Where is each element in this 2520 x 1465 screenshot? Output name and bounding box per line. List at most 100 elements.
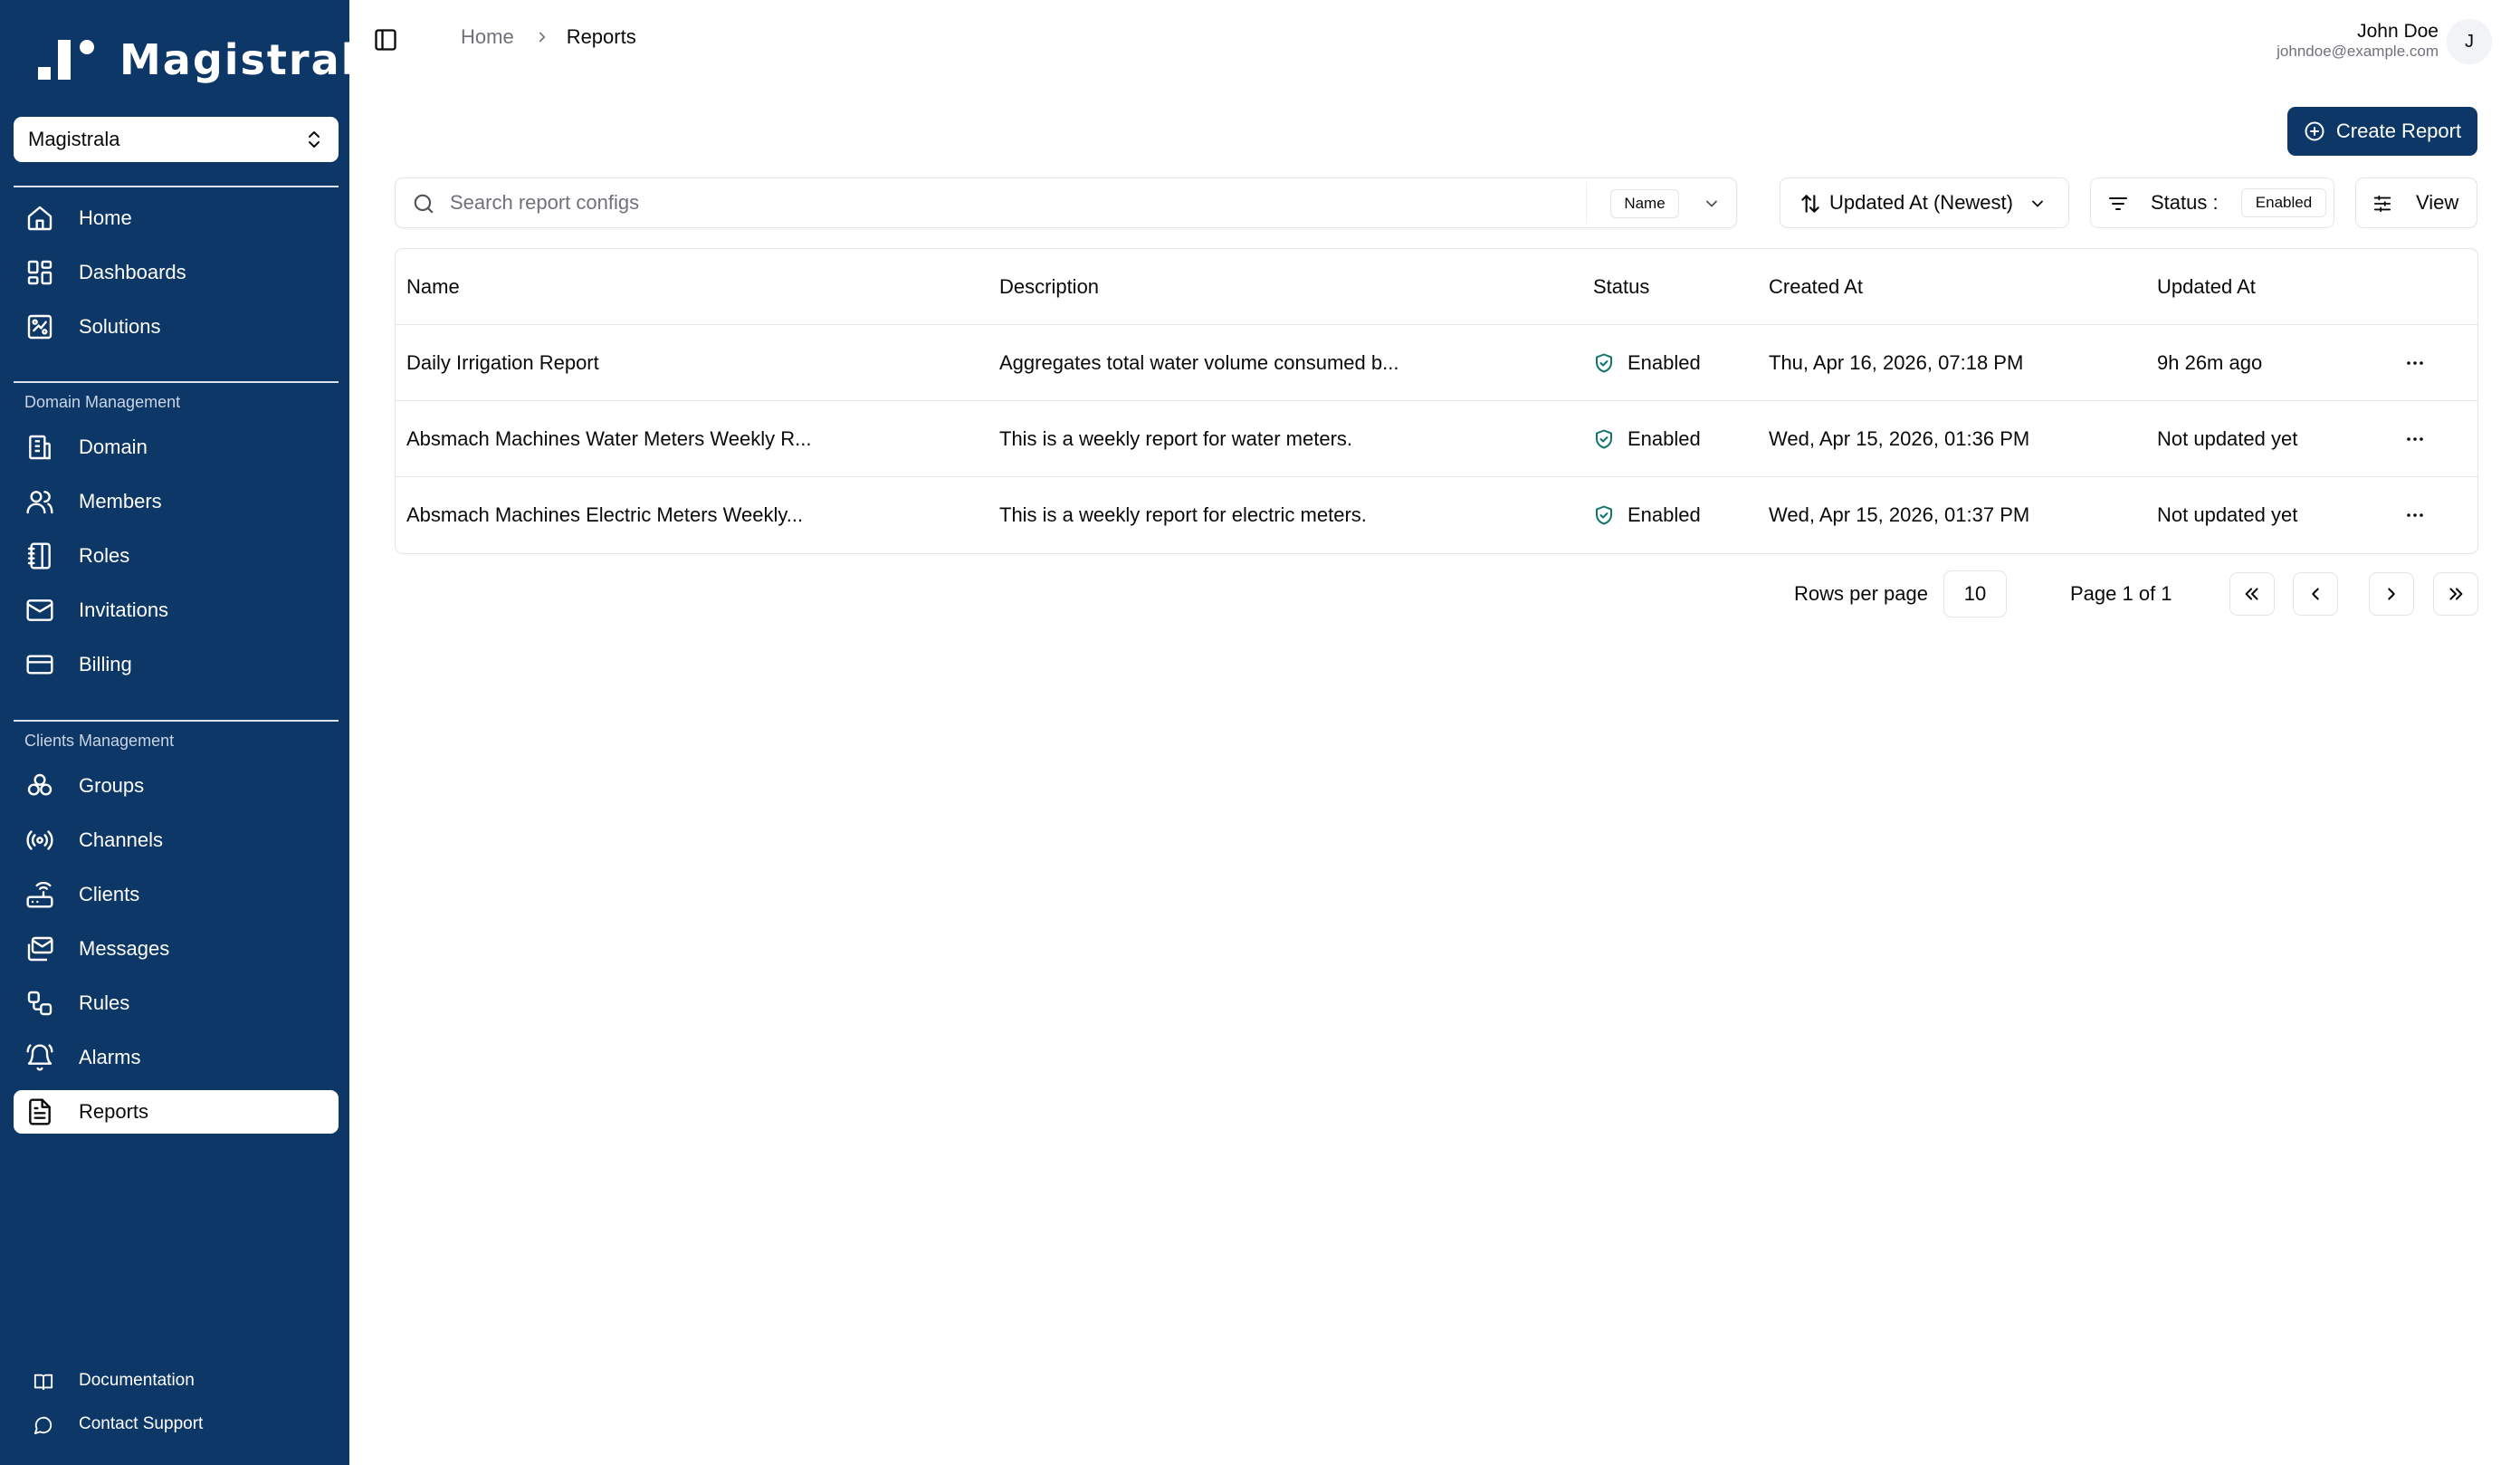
shield-check-icon — [1596, 505, 1612, 525]
report-name: Absmach Machines Electric Meters Weekly.… — [406, 503, 804, 526]
groups-icon — [27, 773, 52, 796]
sidebar-item-billing[interactable]: Billing — [14, 643, 339, 686]
row-actions-button[interactable] — [2396, 401, 2434, 477]
report-name: Daily Irrigation Report — [406, 351, 599, 374]
chevron-left-icon — [2312, 588, 2319, 600]
bell-ring-icon — [26, 1044, 53, 1071]
chevrons-right-icon — [2449, 588, 2463, 600]
report-name: Absmach Machines Water Meters Weekly R..… — [406, 427, 812, 450]
sidebar-item-solutions[interactable]: Solutions — [14, 305, 339, 349]
sidebar-item-reports[interactable]: Reports — [14, 1090, 339, 1134]
chevrons-up-down-icon — [309, 131, 320, 148]
sidebar-item-rules[interactable]: Rules — [14, 981, 339, 1025]
user-name: John Doe — [2357, 21, 2439, 42]
column-header-updated-at[interactable]: Updated At — [2157, 249, 2256, 325]
page-info: Page 1 of 1 — [2070, 582, 2172, 605]
domain-selector[interactable]: Magistrala — [14, 117, 339, 162]
created-at: Wed, Apr 15, 2026, 01:36 PM — [1769, 427, 2030, 450]
row-actions-button[interactable] — [2396, 325, 2434, 401]
column-header-name[interactable]: Name — [406, 249, 460, 325]
rows-per-page-label: Rows per page — [1794, 582, 1928, 605]
sidebar-item-domain[interactable]: Domain — [14, 426, 339, 469]
magistrala-logo-icon — [36, 34, 100, 85]
chevron-right-icon — [2388, 588, 2395, 600]
previous-page-button[interactable] — [2293, 572, 2338, 616]
sidebar-item-documentation[interactable]: Documentation — [14, 1363, 339, 1399]
brand-logo[interactable]: Magistrala — [36, 34, 387, 85]
plus-circle-icon — [2305, 121, 2324, 141]
sidebar-item-alarms[interactable]: Alarms — [14, 1036, 339, 1079]
chat-icon — [33, 1416, 52, 1435]
created-at: Wed, Apr 15, 2026, 01:37 PM — [1769, 503, 2030, 526]
users-icon — [26, 491, 53, 514]
sidebar-item-messages[interactable]: Messages — [14, 927, 339, 971]
sidebar-item-home[interactable]: Home — [14, 196, 339, 240]
table-row[interactable]: Absmach Machines Water Meters Weekly R..… — [396, 401, 2477, 477]
sidebar-item-clients[interactable]: Clients — [14, 873, 339, 916]
sidebar-item-label: Home — [79, 206, 132, 229]
messages-icon — [27, 936, 53, 962]
report-description: Aggregates total water volume consumed b… — [999, 351, 1399, 374]
first-page-button[interactable] — [2229, 572, 2275, 616]
sidebar-item-label: Contact Support — [79, 1414, 204, 1433]
sort-select[interactable]: Updated At (Newest) — [1780, 177, 2069, 228]
dashboard-icon — [27, 260, 52, 285]
breadcrumb: Home Reports — [461, 25, 636, 49]
search-icon — [414, 194, 434, 214]
more-horizontal-icon — [2407, 361, 2423, 365]
radio-icon — [26, 830, 53, 850]
status-text: Enabled — [1628, 351, 1701, 374]
last-page-button[interactable] — [2433, 572, 2478, 616]
chevrons-left-icon — [2245, 588, 2258, 600]
search-bar: Name — [395, 177, 1737, 228]
solutions-icon — [27, 314, 52, 340]
chevron-down-icon — [2032, 200, 2043, 207]
table-row[interactable]: Daily Irrigation Report Aggregates total… — [396, 325, 2477, 401]
sidebar-item-invitations[interactable]: Invitations — [14, 589, 339, 632]
mail-icon — [26, 599, 53, 621]
sidebar: Magistrala Magistrala Home Dashboards So… — [0, 0, 385, 1465]
sidebar-toggle-button[interactable] — [373, 27, 398, 53]
create-report-button[interactable]: Create Report — [2287, 107, 2477, 156]
sidebar-item-dashboards[interactable]: Dashboards — [14, 251, 339, 294]
sidebar-item-label: Documentation — [79, 1371, 195, 1390]
created-at: Thu, Apr 16, 2026, 07:18 PM — [1769, 351, 2024, 374]
status-badge: Enabled — [1593, 401, 1701, 477]
updated-at: Not updated yet — [2157, 427, 2298, 450]
avatar[interactable]: J — [2447, 19, 2492, 64]
sidebar-item-members[interactable]: Members — [14, 480, 339, 523]
search-field-select[interactable]: Name — [1586, 182, 1735, 224]
search-input[interactable] — [450, 187, 1427, 218]
user-menu[interactable]: John Doe johndoe@example.com — [2277, 22, 2439, 59]
sidebar-item-label: Roles — [79, 544, 130, 567]
row-actions-button[interactable] — [2396, 477, 2434, 553]
sort-arrows-icon — [1801, 195, 1819, 213]
updated-at: 9h 26m ago — [2157, 351, 2263, 374]
breadcrumb-home-link[interactable]: Home — [461, 25, 514, 49]
search-field-value: Name — [1610, 189, 1679, 218]
shield-check-icon — [1596, 353, 1612, 373]
table-row[interactable]: Absmach Machines Electric Meters Weekly.… — [396, 477, 2477, 553]
group-label-domain-management: Domain Management — [24, 393, 181, 411]
rows-per-page-select[interactable]: 10 — [1943, 570, 2007, 618]
sidebar-item-groups[interactable]: Groups — [14, 764, 339, 808]
book-icon — [33, 1374, 53, 1391]
sidebar-item-label: Members — [79, 490, 162, 512]
sidebar-item-label: Invitations — [79, 598, 169, 621]
sidebar-item-roles[interactable]: Roles — [14, 534, 339, 578]
sidebar-divider — [14, 186, 339, 187]
sidebar-divider — [14, 720, 339, 722]
sidebar-item-channels[interactable]: Channels — [14, 819, 339, 862]
next-page-button[interactable] — [2369, 572, 2414, 616]
report-description: This is a weekly report for water meters… — [999, 427, 1353, 450]
sidebar-item-label: Domain — [79, 436, 148, 458]
sidebar-item-contact-support[interactable]: Contact Support — [14, 1406, 339, 1442]
status-badge: Enabled — [1593, 477, 1701, 553]
column-header-description[interactable]: Description — [999, 249, 1099, 325]
column-header-created-at[interactable]: Created At — [1769, 249, 1863, 325]
status-filter-button[interactable]: Status : Enabled — [2090, 177, 2334, 228]
user-email: johndoe@example.com — [2277, 43, 2439, 60]
view-options-button[interactable]: View — [2355, 177, 2477, 228]
domain-selector-value: Magistrala — [28, 128, 120, 150]
column-header-status[interactable]: Status — [1593, 249, 1649, 325]
